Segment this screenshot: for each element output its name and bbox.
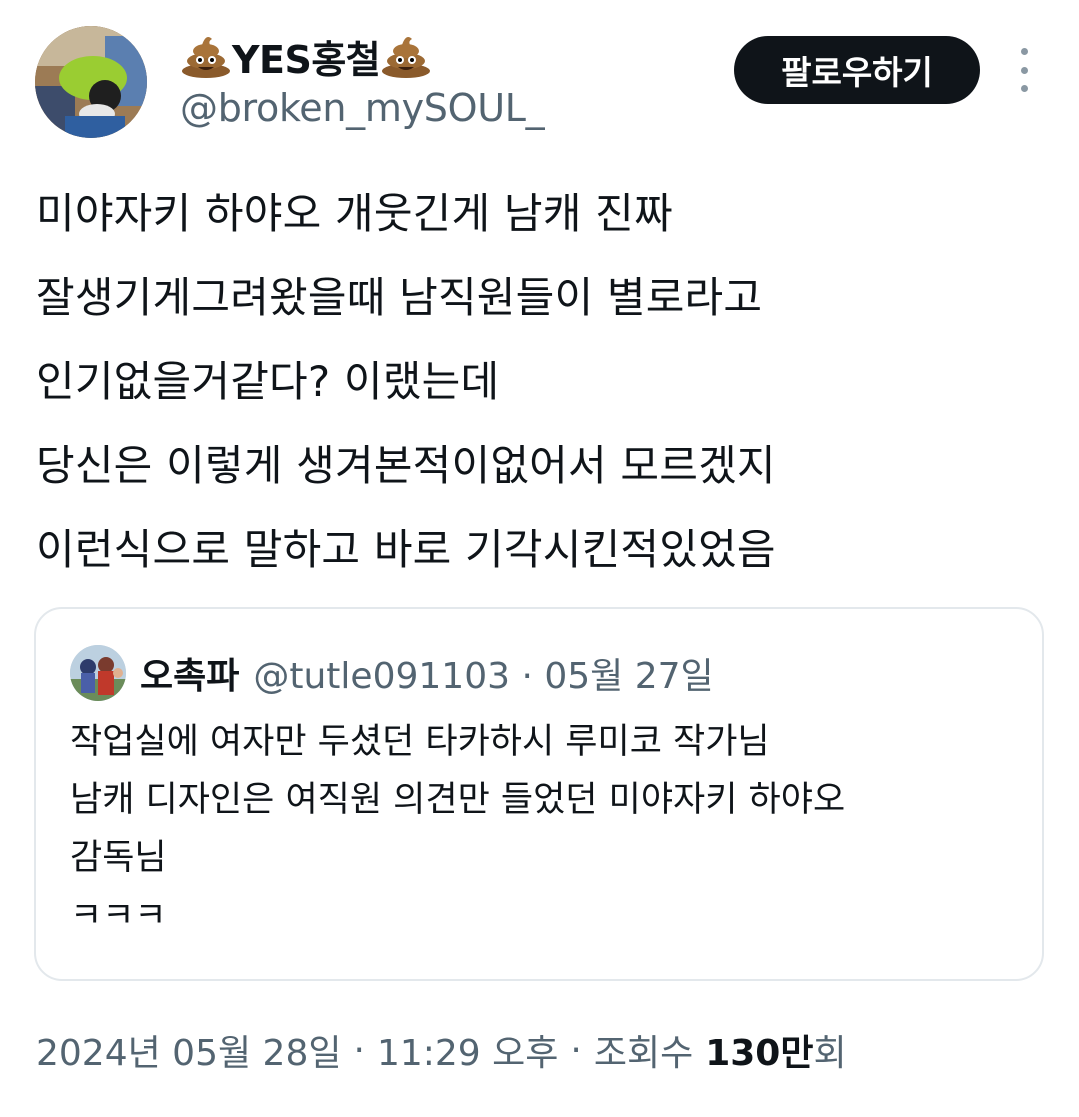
separator: · (353, 1029, 365, 1071)
quoted-line: 감독님 (70, 838, 167, 878)
views-label: 조회수 (593, 1033, 694, 1074)
tweet-line: 잘생기게그려왔을때 남직원들이 별로라고 (36, 273, 763, 322)
tweet-date[interactable]: 2024년 05월 28일 (36, 1024, 341, 1076)
tweet-line: 인기없을거같다? 이랬는데 (36, 357, 500, 406)
follow-button[interactable]: 팔로우하기 (734, 36, 980, 104)
tweet-header: YES홍철 @broken_mySOUL_ 팔로우하기 (0, 0, 1079, 160)
quoted-author-avatar[interactable] (70, 645, 126, 701)
quoted-tweet-body: 작업실에 여자만 두셨던 타카하시 루미코 작가님 남캐 디자인은 여직원 의견… (70, 713, 1020, 945)
quoted-line: 작업실에 여자만 두셨던 타카하시 루미코 작가님 (70, 722, 770, 762)
quoted-tweet-card[interactable]: 오촉파 @tutle091103 · 05월 27일 작업실에 여자만 두셨던 … (34, 607, 1044, 981)
tweet-page: YES홍철 @broken_mySOUL_ 팔로우하기 미야자키 하야오 개웃긴… (0, 0, 1079, 1117)
author-avatar[interactable] (35, 26, 147, 138)
tweet-line: 당신은 이렇게 생겨본적이없어서 모르겠지 (36, 441, 776, 490)
pile-of-poo-icon (382, 37, 431, 78)
more-options-icon[interactable] (1008, 48, 1040, 92)
more-dot (1020, 48, 1028, 55)
quoted-line: 남캐 디자인은 여직원 의견만 들었던 미야자키 하야오 (70, 780, 846, 820)
views-count[interactable]: 130만 (705, 1024, 813, 1076)
author-handle[interactable]: @broken_mySOUL_ (180, 86, 545, 130)
more-dot (1020, 85, 1028, 92)
tweet-line: 이런식으로 말하고 바로 기각시킨적있었음 (36, 525, 776, 574)
tweet-time[interactable]: 11:29 오후 (377, 1024, 558, 1076)
tweet-body: 미야자키 하야오 개웃긴게 남캐 진짜 잘생기게그려왔을때 남직원들이 별로라고… (36, 172, 1046, 592)
tweet-meta: 2024년 05월 28일 · 11:29 오후 · 조회수 130만 회 (36, 1024, 847, 1076)
author-display-name: YES홍철 (232, 37, 381, 82)
separator: · (570, 1029, 582, 1071)
views-suffix: 회 (813, 1033, 847, 1074)
pile-of-poo-icon (182, 37, 230, 78)
quoted-author-name: 오촉파 (140, 656, 240, 697)
author-name-row[interactable]: YES홍철 (180, 30, 432, 82)
tweet-line: 미야자키 하야오 개웃긴게 남캐 진짜 (36, 189, 673, 238)
quoted-tweet-header: 오촉파 @tutle091103 · 05월 27일 (70, 643, 714, 703)
quoted-author-meta: @tutle091103 · 05월 27일 (253, 656, 714, 697)
quoted-line: ㅋㅋㅋ (70, 896, 167, 936)
more-dot (1020, 66, 1028, 74)
